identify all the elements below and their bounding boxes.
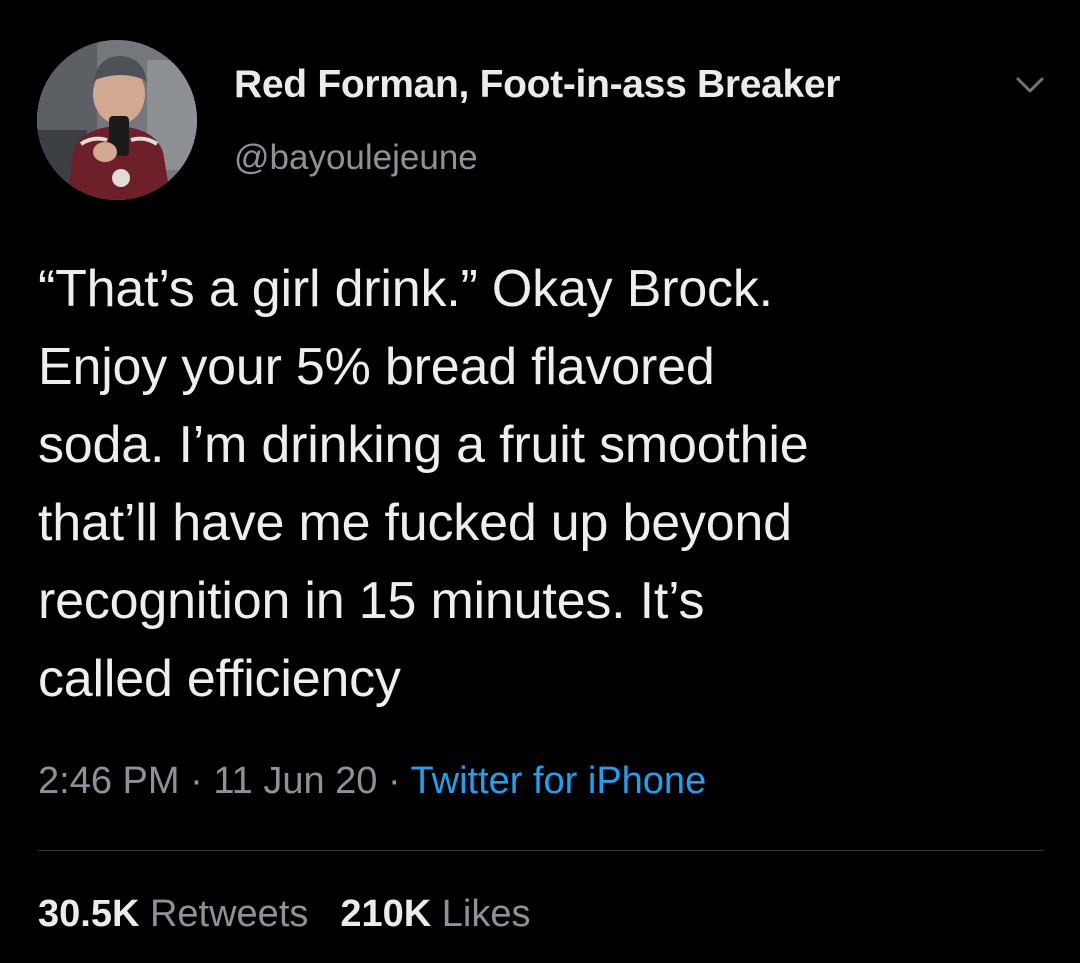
retweets-stat[interactable]: 30.5K Retweets bbox=[38, 893, 308, 935]
chevron-down-icon[interactable] bbox=[1012, 70, 1048, 100]
tweet-meta: 2:46 PM · 11 Jun 20 · Twitter for iPhone bbox=[38, 760, 706, 803]
author-handle[interactable]: @bayoulejeune bbox=[234, 138, 478, 178]
tweet-time[interactable]: 2:46 PM bbox=[38, 760, 180, 802]
tweet-stats: 30.5K Retweets 210K Likes bbox=[38, 893, 563, 936]
author-display-name[interactable]: Red Forman, Foot-in-ass Breaker bbox=[234, 63, 840, 107]
tweet-text: “That’s a girl drink.” Okay Brock. Enjoy… bbox=[38, 250, 1058, 718]
tweet-text-line: soda. I’m drinking a fruit smoothie bbox=[38, 416, 809, 474]
tweet-text-line: recognition in 15 minutes. It’s bbox=[38, 572, 705, 630]
divider bbox=[38, 850, 1044, 851]
tweet-date[interactable]: 11 Jun 20 bbox=[213, 760, 377, 802]
tweet-text-line: that’ll have me fucked up beyond bbox=[38, 494, 792, 552]
likes-count: 210K bbox=[340, 893, 432, 935]
tweet-source-link[interactable]: Twitter for iPhone bbox=[411, 760, 707, 802]
meta-separator: · bbox=[179, 760, 214, 802]
retweets-count: 30.5K bbox=[38, 893, 140, 935]
tweet-text-line: “That’s a girl drink.” Okay Brock. bbox=[38, 260, 773, 318]
avatar[interactable] bbox=[37, 40, 197, 200]
profile-photo bbox=[37, 40, 197, 200]
retweets-label: Retweets bbox=[149, 893, 309, 935]
likes-stat[interactable]: 210K Likes bbox=[340, 893, 530, 935]
tweet-text-line: called efficiency bbox=[38, 650, 401, 708]
tweet-detail: Red Forman, Foot-in-ass Breaker @bayoule… bbox=[0, 0, 1080, 963]
tweet-text-line: Enjoy your 5% bread flavored bbox=[38, 338, 715, 396]
likes-label: Likes bbox=[441, 893, 531, 935]
meta-separator: · bbox=[377, 760, 411, 802]
